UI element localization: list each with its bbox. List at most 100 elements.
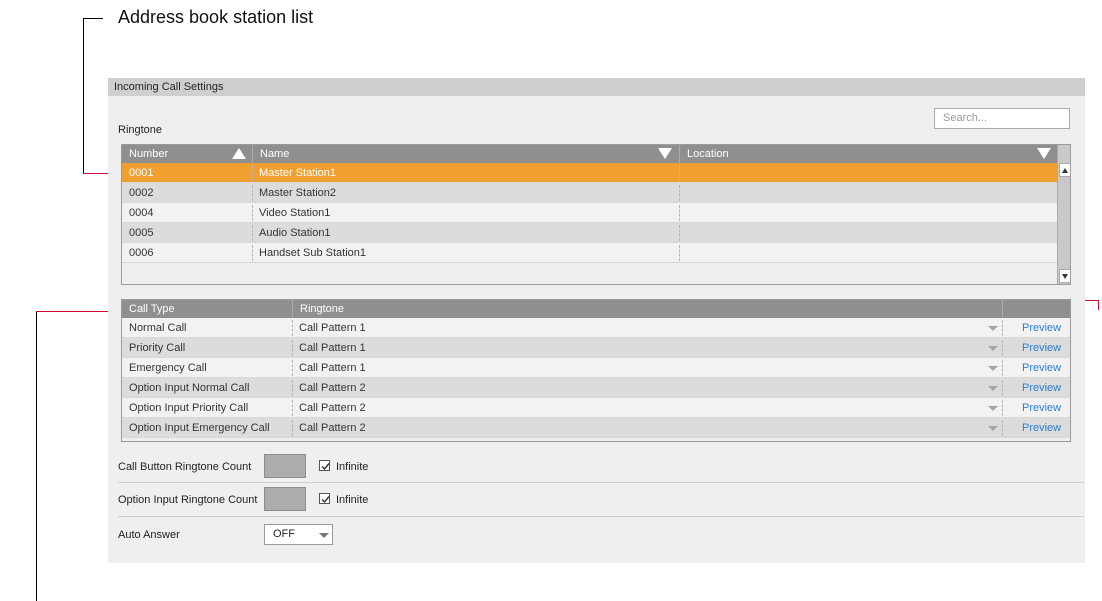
ringtone-select[interactable]: Call Pattern 2 (292, 398, 1002, 418)
call-type-label: Normal Call (129, 322, 187, 334)
option-input-ringtone-count-setting: Option Input Ringtone Count Infinite (108, 487, 1085, 515)
ringtone-table-header: Call Type Ringtone (122, 300, 1070, 318)
callout-line-vertical (83, 18, 84, 174)
station-row[interactable]: 0006 Handset Sub Station1 (122, 243, 1057, 263)
station-location (679, 203, 686, 223)
call-button-infinite-checkbox[interactable] (319, 460, 330, 471)
station-row[interactable]: 0002 Master Station2 (122, 183, 1057, 203)
dropdown-arrow-icon (988, 326, 998, 331)
station-row[interactable]: 0005 Audio Station1 (122, 223, 1057, 243)
divider (118, 516, 1084, 517)
call-type-label: Option Input Priority Call (129, 402, 249, 414)
arrow-down-icon (1062, 274, 1068, 279)
column-header-name[interactable]: Name (252, 145, 679, 163)
filter-dropdown-icon (1037, 148, 1051, 159)
dropdown-arrow-icon (988, 386, 998, 391)
station-name: Master Station1 (259, 167, 337, 179)
callout-title: Address book station list (118, 7, 314, 27)
dropdown-arrow-icon (988, 426, 998, 431)
ringtone-select[interactable]: Call Pattern 2 (292, 418, 1002, 438)
column-header-preview (1002, 300, 1070, 318)
auto-answer-setting: Auto Answer OFF (108, 523, 1085, 547)
ringtone-row: Priority Call Call Pattern 1 Preview (122, 338, 1070, 358)
column-header-ringtone: Ringtone (292, 300, 1002, 318)
station-table-header: Number Name Location (122, 145, 1057, 163)
station-name: Audio Station1 (259, 227, 331, 239)
column-header-number[interactable]: Number (122, 145, 252, 163)
address-book-station-list: Number Name Location 0001 Master Station… (121, 144, 1071, 285)
column-header-call-type: Call Type (129, 303, 175, 315)
option-input-ringtone-count-label: Option Input Ringtone Count (118, 494, 258, 506)
preview-link[interactable]: Preview (1022, 338, 1061, 358)
call-button-ringtone-count-label: Call Button Ringtone Count (118, 461, 252, 473)
column-header-name-label: Name (260, 148, 290, 160)
divider (118, 482, 1084, 483)
option-input-ringtone-count-input[interactable] (264, 487, 306, 511)
column-header-number-label: Number (129, 148, 169, 160)
station-name: Master Station2 (259, 187, 337, 199)
station-location (679, 223, 686, 243)
ringtone-select[interactable]: Call Pattern 2 (292, 378, 1002, 398)
incoming-call-settings-panel: Incoming Call Settings Search... Rington… (108, 78, 1085, 563)
call-button-ringtone-count-input[interactable] (264, 454, 306, 478)
preview-link[interactable]: Preview (1022, 378, 1061, 398)
preview-link[interactable]: Preview (1022, 358, 1061, 378)
station-name: Handset Sub Station1 (259, 247, 367, 259)
cell-separator (1002, 320, 1003, 336)
station-list-scrollbar[interactable] (1057, 145, 1070, 284)
cell-separator (1002, 420, 1003, 436)
checkmark-icon (321, 463, 330, 471)
ringtone-select[interactable]: Call Pattern 1 (292, 358, 1002, 378)
station-row[interactable]: 0001 Master Station1 (122, 163, 1057, 183)
call-type-label: Priority Call (129, 342, 186, 354)
station-location (679, 183, 686, 203)
preview-link[interactable]: Preview (1022, 418, 1061, 438)
ringtone-row: Normal Call Call Pattern 1 Preview (122, 318, 1070, 338)
auto-answer-label: Auto Answer (118, 529, 180, 541)
callout-line-ringtone-end (1098, 300, 1099, 310)
station-number: 0005 (129, 227, 154, 239)
preview-link[interactable]: Preview (1022, 398, 1061, 418)
ringtone-row: Option Input Emergency Call Call Pattern… (122, 418, 1070, 438)
sort-ascending-icon (232, 148, 246, 159)
station-number: 0004 (129, 207, 154, 219)
checkmark-icon (321, 496, 330, 504)
station-number: 0006 (129, 247, 154, 259)
dropdown-arrow-icon (988, 406, 998, 411)
ringtone-select[interactable]: Call Pattern 1 (292, 318, 1002, 338)
station-number: 0001 (129, 167, 154, 179)
station-location (679, 163, 686, 183)
call-type-label: Option Input Emergency Call (129, 422, 270, 434)
column-header-location-label: Location (687, 148, 729, 160)
ringtone-row: Option Input Priority Call Call Pattern … (122, 398, 1070, 418)
dropdown-arrow-icon (988, 346, 998, 351)
column-header-location[interactable]: Location (679, 145, 1057, 163)
option-input-infinite-label: Infinite (336, 494, 369, 506)
cell-separator (1002, 400, 1003, 416)
cell-separator (1002, 360, 1003, 376)
filter-dropdown-icon (658, 148, 672, 159)
call-ringtone-table: Call Type Ringtone Normal Call Call Patt… (121, 299, 1071, 442)
station-number: 0002 (129, 187, 154, 199)
scroll-down-button[interactable] (1059, 269, 1070, 283)
cell-separator (1002, 340, 1003, 356)
cell-separator (1002, 380, 1003, 396)
station-row[interactable]: 0004 Video Station1 (122, 203, 1057, 223)
option-input-infinite-checkbox[interactable] (319, 493, 330, 504)
preview-link[interactable]: Preview (1022, 318, 1061, 338)
panel-header: Incoming Call Settings (108, 78, 1085, 96)
ringtone-select[interactable]: Call Pattern 1 (292, 338, 1002, 358)
call-type-label: Emergency Call (129, 362, 207, 374)
auto-answer-value: OFF (273, 528, 295, 540)
search-input[interactable]: Search... (934, 108, 1070, 129)
call-type-label: Option Input Normal Call (129, 382, 250, 394)
arrow-up-icon (1062, 168, 1068, 173)
station-name: Video Station1 (259, 207, 331, 219)
call-button-infinite-label: Infinite (336, 461, 369, 473)
auto-answer-select[interactable]: OFF (264, 524, 333, 545)
call-button-ringtone-count-setting: Call Button Ringtone Count Infinite (108, 454, 1085, 482)
callout-line-left-vertical (36, 311, 37, 601)
scroll-up-button[interactable] (1059, 163, 1070, 177)
ringtone-section-label: Ringtone (118, 124, 163, 136)
callout-line-top (83, 18, 103, 19)
